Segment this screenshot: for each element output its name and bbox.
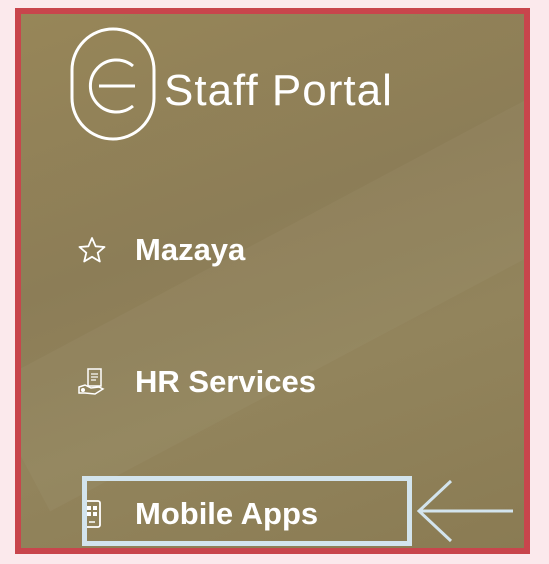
brand-header[interactable]: Staff Portal [69, 24, 489, 144]
hr-services-icon [77, 367, 107, 397]
staff-portal-logo-icon [70, 27, 156, 141]
nav-item-mazaya[interactable]: Mazaya [77, 222, 245, 278]
background-sheen [21, 97, 524, 512]
nav-item-hr-services[interactable]: HR Services [77, 354, 316, 410]
nav-label-mazaya: Mazaya [135, 232, 246, 267]
left-arrow-icon [416, 479, 513, 543]
highlight-box [82, 476, 412, 546]
nav-label-hr-services: HR Services [135, 364, 316, 399]
star-icon [77, 235, 107, 265]
sidebar-panel: Staff Portal Mazaya HR Services Mobile A… [21, 14, 524, 548]
app-title: Staff Portal [164, 66, 393, 115]
